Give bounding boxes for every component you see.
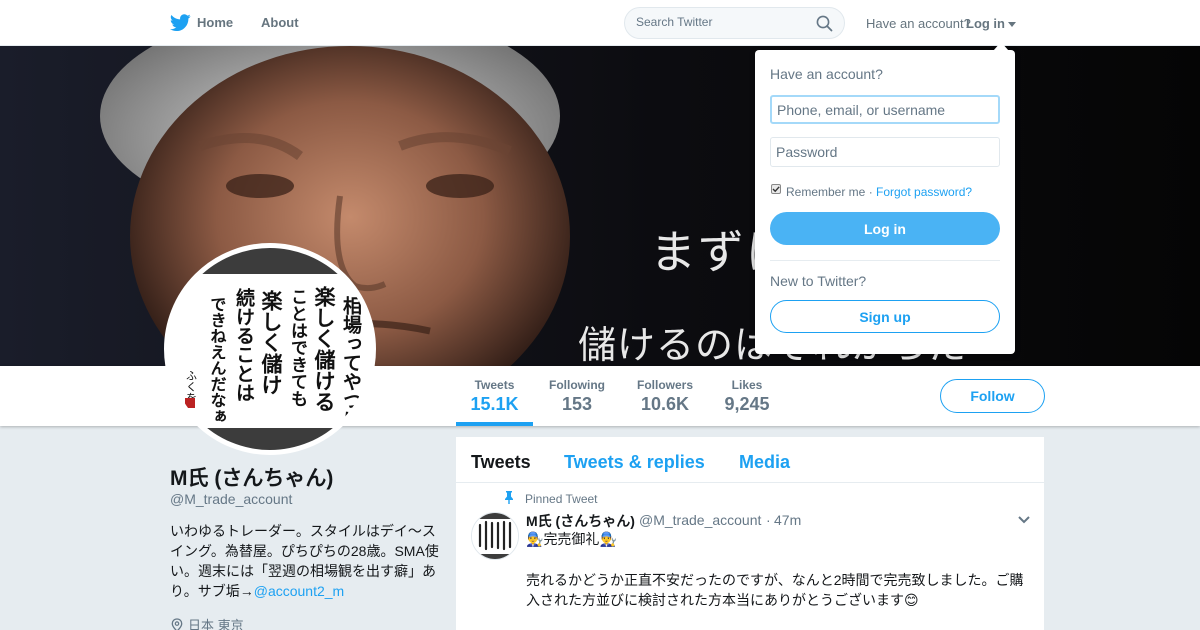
tweet-avatar[interactable] [471,512,519,560]
login-button[interactable]: Log in [770,212,1000,245]
nav-about-link[interactable]: About [261,15,299,30]
stat-value: 9,245 [724,394,770,414]
bio-mention-link[interactable]: @account2_m [254,583,344,599]
have-account-label: Have an account? [866,16,971,31]
login-menu-link[interactable]: Log in [966,16,1005,31]
dropdown-caret [993,42,1009,51]
stat-label: Following [549,378,605,392]
search-input[interactable] [636,15,806,29]
tweet-author-handle[interactable]: @M_trade_account [639,512,761,528]
pin-icon [505,491,513,504]
stat-value: 10.6K [640,394,690,414]
location-text: 日本 東京 [188,618,244,630]
calligraphy-line: 楽しく儲ける [312,285,336,412]
tweet-dot-separator: · [766,512,771,528]
signup-button[interactable]: Sign up [770,300,1000,333]
profile-handle[interactable]: @M_trade_account [170,491,292,507]
pinned-tweet[interactable]: Pinned Tweet M氏 (さんちゃん) @M_trade_account… [456,437,1044,630]
search-box[interactable] [624,7,845,39]
active-stat-underline [456,422,533,426]
stat-label: Followers [636,378,693,392]
stat-value: 153 [561,394,593,414]
tweet-body-text: 売れるかどうか正直不安だったのですが、なんと2時間で完売致しました。ご購入された… [526,572,1024,608]
dropdown-divider [770,260,1000,261]
pinned-tweet-label: Pinned Tweet [525,492,598,506]
forgot-password-link[interactable]: Forgot password? [876,185,972,199]
tweet-first-line: 👨‍🔧完売御礼👨‍🔧 [526,529,617,549]
calligraphy-avatar-image: 相場ってやつは 楽しく儲ける ことはできても 楽しく儲け 続けることは できねえ… [169,248,371,450]
profile-name[interactable]: M氏 (さんちゃん) [170,462,333,492]
tweet-timestamp[interactable]: 47m [774,512,801,528]
calligraphy-line: 楽しく儲け [259,289,283,395]
caret-down-icon[interactable] [1008,22,1016,27]
tweet-author-name[interactable]: M氏 (さんちゃん) [526,511,635,531]
profile-location: 日本 東京 [170,615,244,630]
dropdown-title: Have an account? [770,66,883,82]
password-field[interactable] [770,137,1000,167]
remember-me-label: Remember me · [786,185,873,199]
smile-emoji-icon: 😊 [904,592,919,608]
stat-likes[interactable]: Likes 9,245 [720,378,774,415]
seal-stamp [185,398,195,408]
follow-button[interactable]: Follow [940,379,1045,413]
profile-bio: いわゆるトレーダー。スタイルはデイ～スイング。為替屋。ぴちぴちの28歳。SMA使… [170,521,440,601]
stat-following[interactable]: Following 153 [544,378,610,415]
worker-emoji-icon: 👨‍🔧 [599,531,617,547]
remember-me-checkbox[interactable] [771,184,781,194]
tweet-first-line-text: 完売御礼 [543,531,600,547]
chevron-down-icon[interactable] [1017,515,1031,525]
calligraphy-line: ことはできても [287,288,308,407]
username-field[interactable] [770,95,1000,124]
new-to-twitter-label: New to Twitter? [770,273,867,289]
stat-value: 15.1K [470,394,519,414]
tweet-body: 売れるかどうか正直不安だったのですが、なんと2時間で完売致しました。ご購入された… [526,570,1031,610]
calligraphy-line: できねえんだなぁ [208,296,227,424]
login-dropdown: Have an account? Remember me · Forgot pa… [755,50,1015,354]
stat-tweets[interactable]: Tweets 15.1K [456,378,533,415]
calligraphy-line: 続けることは [233,287,255,402]
top-nav: Home About Have an account? Log in [0,0,1200,46]
stat-label: Tweets [474,378,515,392]
twitter-bird-icon[interactable] [170,13,191,33]
location-pin-icon [171,618,183,630]
profile-avatar[interactable]: 相場ってやつは 楽しく儲ける ことはできても 楽しく儲け 続けることは できねえ… [164,243,376,455]
worker-emoji-icon: 👨‍🔧 [526,531,544,547]
stat-label: Likes [731,378,763,392]
stat-followers[interactable]: Followers 10.6K [632,378,698,415]
nav-home-link[interactable]: Home [197,15,233,30]
search-icon[interactable] [816,15,833,32]
